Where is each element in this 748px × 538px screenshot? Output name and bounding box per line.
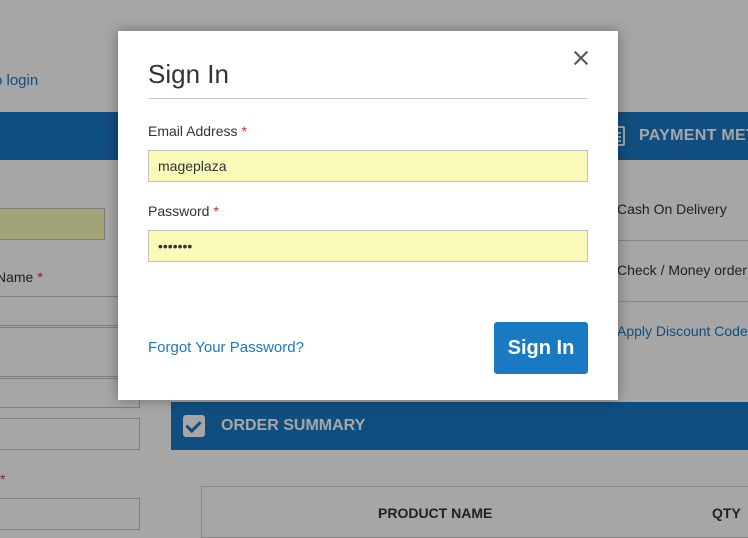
password-label: Password * (148, 203, 219, 219)
modal-title: Sign In (148, 59, 229, 89)
sign-in-button[interactable]: Sign In (494, 322, 588, 374)
email-input[interactable] (148, 150, 588, 182)
title-divider (148, 98, 588, 99)
email-label: Email Address * (148, 123, 247, 139)
sign-in-modal: Sign In Email Address* Password* Forgot … (118, 31, 618, 400)
close-icon[interactable] (572, 49, 590, 67)
forgot-password-link[interactable]: Forgot Your Password? (148, 339, 304, 356)
password-input[interactable] (148, 230, 588, 262)
